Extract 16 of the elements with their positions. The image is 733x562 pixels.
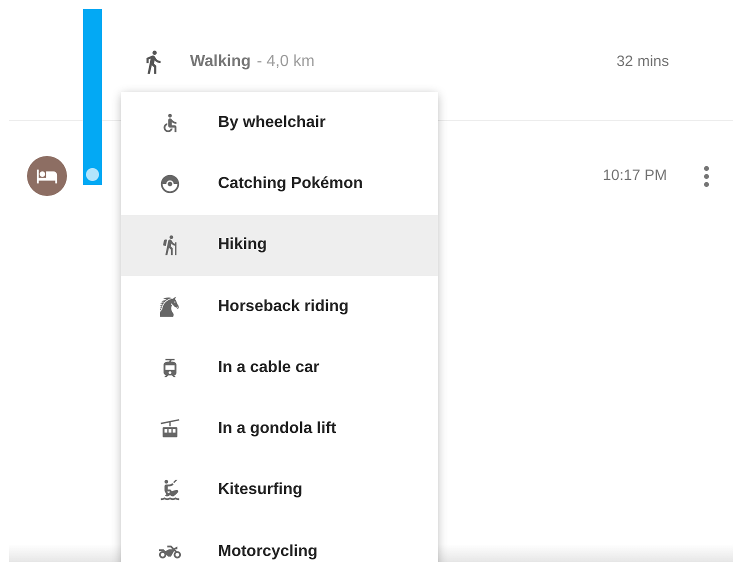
menu-item[interactable]: In a gondola lift	[121, 398, 438, 460]
walking-label: Walking	[190, 52, 251, 72]
menu-item[interactable]: In a cable car	[121, 337, 438, 398]
menu-item[interactable]: Catching Pokémon	[121, 153, 438, 215]
more-icon	[704, 166, 708, 186]
kitesurfer-icon	[158, 479, 180, 502]
menu-item[interactable]: Horseback riding	[121, 276, 438, 338]
horse-head-icon	[158, 296, 180, 318]
menu-item[interactable]: Motorcycling	[121, 521, 438, 562]
gondola-icon	[158, 418, 180, 440]
walking-distance: - 4,0 km	[256, 52, 315, 72]
menu-item[interactable]: Hiking	[121, 214, 438, 276]
walking-duration: 32 mins	[616, 52, 669, 72]
stop-time: 10:17 PM	[602, 166, 667, 186]
menu-item[interactable]: By wheelchair	[121, 92, 438, 154]
menu-item[interactable]: Kitesurfing	[121, 460, 438, 522]
